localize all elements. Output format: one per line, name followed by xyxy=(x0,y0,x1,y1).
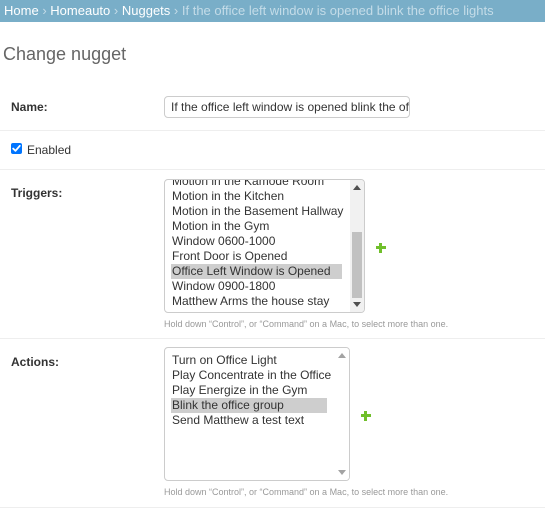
triggers-scroll-thumb[interactable] xyxy=(352,232,362,298)
actions-label: Actions: xyxy=(11,355,59,369)
scroll-down-icon[interactable] xyxy=(353,302,361,307)
enabled-row xyxy=(0,131,545,170)
actions-help-text: Hold down “Control”, or “Command” on a M… xyxy=(164,487,449,497)
trigger-option[interactable]: Window 0600-1000 xyxy=(171,234,275,249)
trigger-option[interactable]: Motion in the Kamode Room xyxy=(171,180,324,189)
triggers-scrollbar[interactable] xyxy=(350,180,364,312)
trigger-option[interactable]: Matthew Arms the house stay xyxy=(171,294,329,309)
breadcrumb-current: If the office left window is opened blin… xyxy=(181,3,494,18)
breadcrumb-separator: › xyxy=(42,3,47,18)
actions-select[interactable]: Turn on Office Light Play Concentrate in… xyxy=(164,347,350,481)
breadcrumb-model[interactable]: Nuggets xyxy=(122,3,170,18)
scroll-down-icon[interactable] xyxy=(338,470,346,475)
name-label: Name: xyxy=(11,100,48,114)
action-option[interactable]: Play Concentrate in the Office xyxy=(171,368,331,383)
name-input[interactable]: If the office left window is opened blin… xyxy=(164,96,410,118)
actions-scrollbar[interactable] xyxy=(335,348,349,480)
action-option[interactable]: Play Energize in the Gym xyxy=(171,383,307,398)
breadcrumb-separator: › xyxy=(173,3,179,18)
checkmark-icon xyxy=(12,144,21,152)
breadcrumb-home[interactable]: Home xyxy=(4,3,39,18)
breadcrumb: Home › Homeauto › Nuggets › If the offic… xyxy=(0,0,545,22)
triggers-label: Triggers: xyxy=(11,186,63,200)
scroll-up-icon[interactable] xyxy=(353,185,361,190)
breadcrumb-app[interactable]: Homeauto xyxy=(50,3,110,18)
triggers-select[interactable]: Motion in the Kamode Room Motion in the … xyxy=(164,179,365,313)
enabled-label[interactable]: Enabled xyxy=(27,143,71,157)
action-option-selected[interactable]: Blink the office group xyxy=(171,398,327,413)
trigger-option[interactable]: Motion in the Basement Hallway xyxy=(171,204,343,219)
scroll-up-icon[interactable] xyxy=(338,353,346,358)
trigger-option[interactable]: Front Door is Opened xyxy=(171,249,287,264)
trigger-option[interactable]: Motion in the Gym xyxy=(171,219,269,234)
action-option[interactable]: Turn on Office Light xyxy=(171,353,277,368)
triggers-help-text: Hold down “Control”, or “Command” on a M… xyxy=(164,319,449,329)
trigger-option-selected[interactable]: Office Left Window is Opened xyxy=(171,264,342,279)
add-action-plus-icon[interactable] xyxy=(361,411,371,421)
page-title: Change nugget xyxy=(3,44,127,64)
action-option[interactable]: Send Matthew a test text xyxy=(171,413,304,428)
breadcrumb-separator: › xyxy=(113,3,119,18)
trigger-option[interactable]: Motion in the Kitchen xyxy=(171,189,284,204)
trigger-option[interactable]: Window 0900-1800 xyxy=(171,279,275,294)
add-trigger-plus-icon[interactable] xyxy=(376,243,386,253)
enabled-checkbox[interactable] xyxy=(11,143,22,154)
